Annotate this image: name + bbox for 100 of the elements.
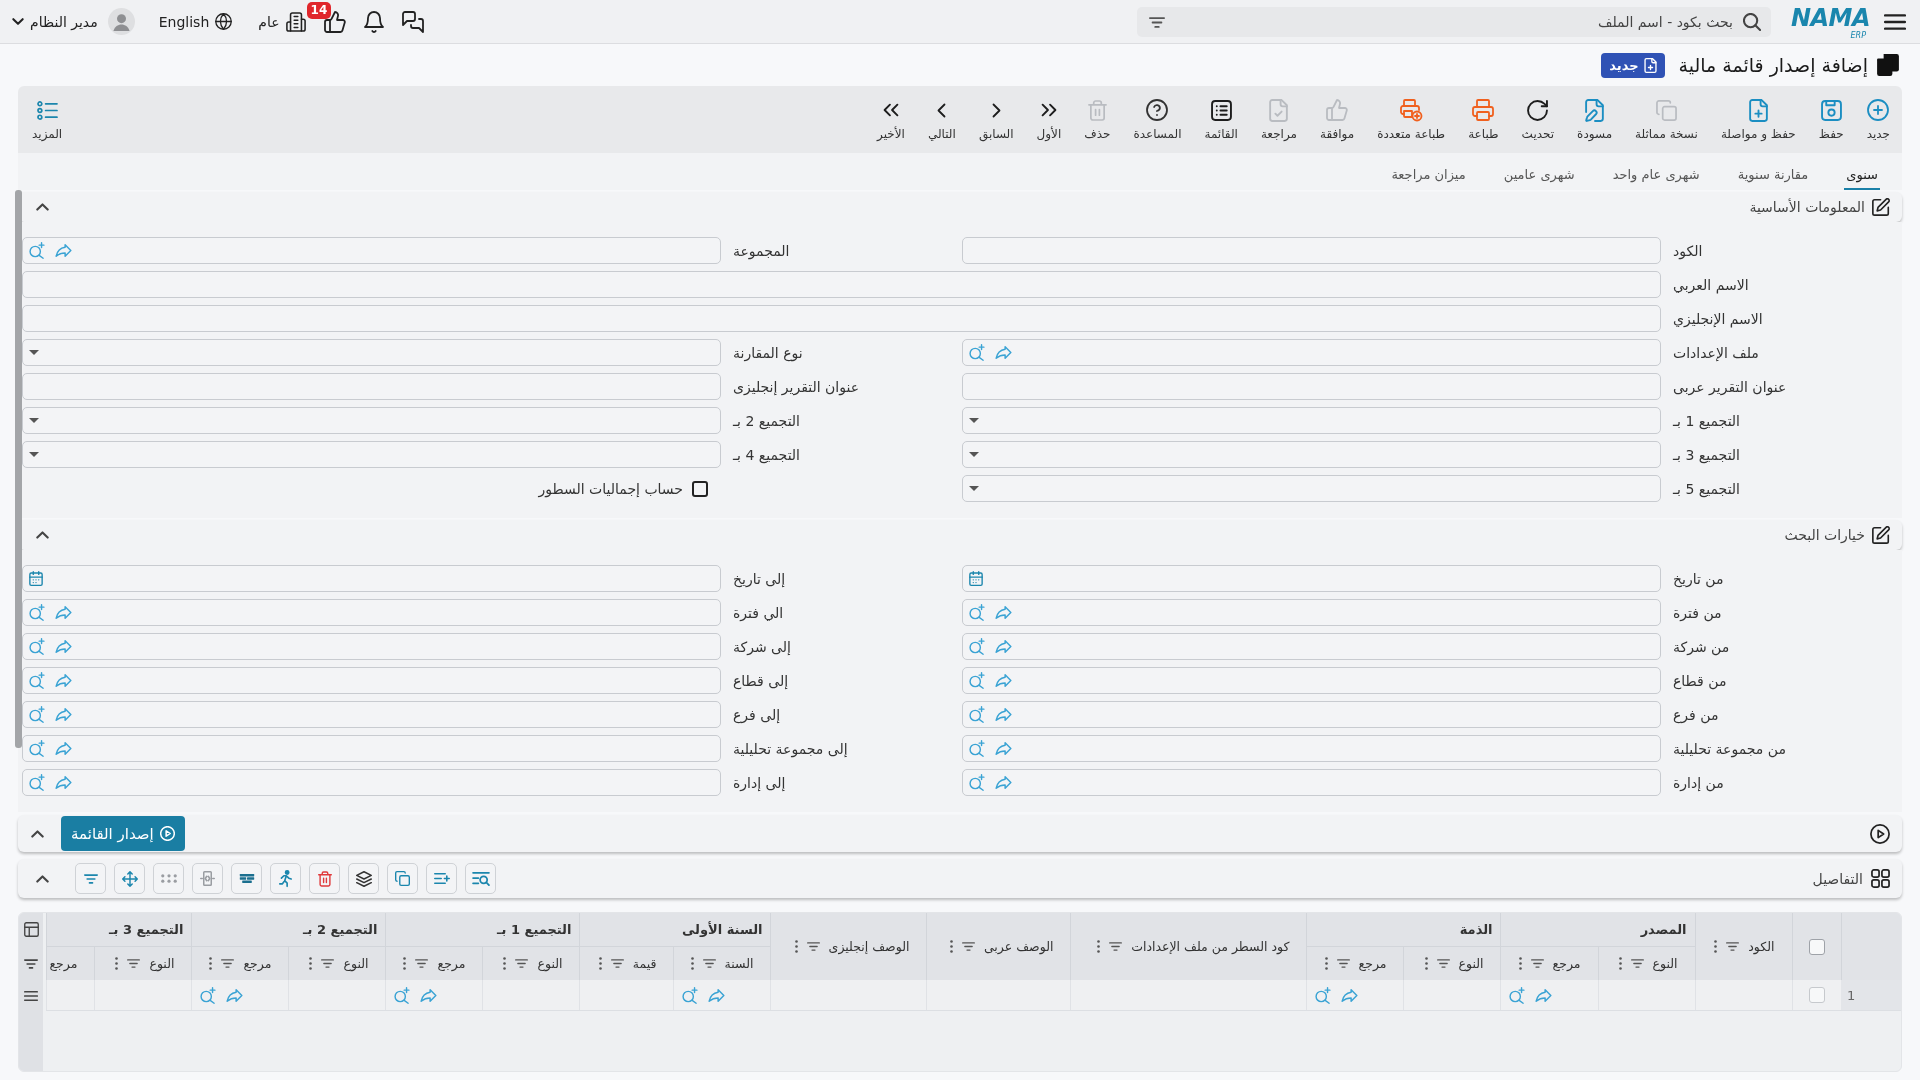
share-arrow-icon[interactable]: [995, 674, 1012, 687]
zoom-in-icon[interactable]: [969, 774, 985, 791]
zoom-in-icon[interactable]: [200, 986, 217, 1004]
share-arrow-icon[interactable]: [995, 346, 1012, 359]
filter-button[interactable]: [75, 863, 106, 894]
share-arrow-icon[interactable]: [55, 742, 72, 755]
chevron-up-icon[interactable]: [31, 829, 44, 838]
share-arrow-icon[interactable]: [55, 244, 72, 257]
zoom-in-icon[interactable]: [682, 986, 699, 1004]
user-menu-button[interactable]: مدير النظام: [12, 13, 98, 30]
column-width-button[interactable]: [192, 863, 223, 894]
tab[interactable]: مقارنة سنوية: [1735, 167, 1811, 190]
filter-icon[interactable]: [127, 959, 141, 968]
text-field[interactable]: [962, 373, 1661, 400]
column-header[interactable]: كود السطر من ملف الإعدادات: [1131, 939, 1290, 954]
toolbar-button[interactable]: السابق: [978, 98, 1014, 141]
date-field[interactable]: [22, 565, 721, 592]
lookup-field[interactable]: [962, 701, 1661, 728]
column-header[interactable]: النوع: [343, 956, 369, 971]
toolbar-button[interactable]: طباعة: [1468, 98, 1499, 141]
tab[interactable]: شهرى عامين: [1501, 167, 1577, 190]
toolbar-button[interactable]: الأخير: [877, 98, 905, 141]
filter-icon[interactable]: [1109, 942, 1123, 951]
lookup-field[interactable]: [22, 735, 721, 762]
tab[interactable]: سنوى: [1844, 167, 1880, 190]
kebab-menu-icon[interactable]: [598, 957, 602, 970]
zoom-in-icon[interactable]: [29, 740, 45, 757]
dropdown-field[interactable]: [22, 441, 721, 468]
zoom-in-icon[interactable]: [969, 344, 985, 361]
filter-icon[interactable]: [1336, 959, 1350, 968]
language-button[interactable]: English: [158, 13, 233, 30]
kebab-menu-icon[interactable]: [503, 957, 507, 970]
zoom-in-icon[interactable]: [969, 638, 985, 655]
column-header[interactable]: الوصف إنجليزى: [828, 939, 910, 954]
delete-button[interactable]: [309, 863, 340, 894]
search-list-button[interactable]: [465, 863, 496, 894]
scrollbar[interactable]: [15, 190, 22, 748]
bell-icon[interactable]: [363, 10, 384, 33]
column-header[interactable]: مرجع: [1358, 956, 1387, 971]
share-arrow-icon[interactable]: [995, 640, 1012, 653]
kebab-menu-icon[interactable]: [115, 957, 119, 970]
kebab-menu-icon[interactable]: [309, 957, 313, 970]
filter-icon[interactable]: [415, 959, 429, 968]
zoom-in-icon[interactable]: [969, 672, 985, 689]
share-arrow-icon[interactable]: [55, 776, 72, 789]
column-header[interactable]: النوع: [1458, 956, 1484, 971]
dropdown-field[interactable]: [962, 441, 1661, 468]
filter-icon[interactable]: [702, 959, 716, 968]
share-arrow-icon[interactable]: [55, 606, 72, 619]
share-arrow-icon[interactable]: [995, 708, 1012, 721]
text-field[interactable]: [22, 271, 1661, 298]
dropdown-field[interactable]: [962, 475, 1661, 502]
column-header[interactable]: النوع: [149, 956, 175, 971]
copy-button[interactable]: [387, 863, 418, 894]
zoom-in-icon[interactable]: [969, 706, 985, 723]
search-field[interactable]: بحث بكود - اسم الملف: [1136, 6, 1771, 37]
kebab-menu-icon[interactable]: [794, 940, 798, 953]
toolbar-button[interactable]: المزيد: [32, 98, 63, 141]
play-circle-icon[interactable]: [1870, 823, 1890, 844]
share-arrow-icon[interactable]: [995, 742, 1012, 755]
layers-button[interactable]: [348, 863, 379, 894]
lookup-field[interactable]: [22, 667, 721, 694]
share-arrow-icon[interactable]: [995, 606, 1012, 619]
toolbar-button[interactable]: جديد: [1866, 98, 1890, 141]
column-header[interactable]: مرجع: [243, 956, 272, 971]
kebab-menu-icon[interactable]: [949, 940, 953, 953]
menu-icon[interactable]: [1884, 13, 1906, 30]
chevron-up-icon[interactable]: [36, 203, 49, 211]
filter-icon[interactable]: [24, 959, 38, 969]
tab[interactable]: شهرى عام واحد: [1610, 167, 1702, 190]
zoom-in-icon[interactable]: [29, 774, 45, 791]
column-header[interactable]: النوع: [537, 956, 563, 971]
filter-icon[interactable]: [1530, 959, 1544, 968]
column-header[interactable]: السنة: [724, 956, 754, 971]
kebab-menu-icon[interactable]: [1324, 957, 1328, 970]
avatar-icon[interactable]: [107, 8, 135, 35]
grid-button[interactable]: [153, 863, 184, 894]
filter-icon[interactable]: [1726, 942, 1740, 951]
toolbar-button[interactable]: التالي: [927, 98, 956, 141]
share-arrow-icon[interactable]: [55, 640, 72, 653]
company-button[interactable]: عام: [258, 11, 306, 32]
zoom-in-icon[interactable]: [29, 672, 45, 689]
zoom-in-icon[interactable]: [1509, 986, 1526, 1004]
lookup-field[interactable]: [22, 701, 721, 728]
date-field[interactable]: [962, 565, 1661, 592]
lookup-field[interactable]: [22, 599, 721, 626]
filter-icon[interactable]: [1148, 16, 1165, 28]
chevron-up-icon[interactable]: [36, 874, 49, 883]
kebab-menu-icon[interactable]: [690, 957, 694, 970]
run-button[interactable]: [270, 863, 301, 894]
zoom-in-icon[interactable]: [1315, 986, 1332, 1004]
filter-icon[interactable]: [806, 942, 820, 951]
filter-icon[interactable]: [1630, 959, 1644, 968]
menu-icon[interactable]: [24, 991, 38, 1001]
issue-statement-button[interactable]: إصدار القائمة: [61, 816, 185, 851]
zoom-in-icon[interactable]: [394, 986, 411, 1004]
kebab-menu-icon[interactable]: [1424, 957, 1428, 970]
text-field[interactable]: [22, 373, 721, 400]
calendar-icon[interactable]: [969, 571, 983, 586]
calendar-icon[interactable]: [29, 571, 43, 586]
